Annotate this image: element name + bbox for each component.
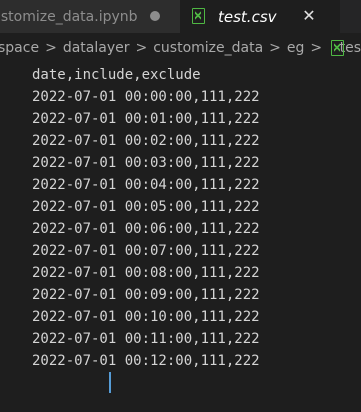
editor-text-area[interactable]: date,include,exclude 2022-07-01 00:00:00… xyxy=(0,64,361,412)
tab-label: test.csv xyxy=(218,8,277,26)
code-line[interactable]: 2022-07-01 00:04:00,111,222 xyxy=(32,174,260,196)
code-line[interactable]: 2022-07-01 00:05:00,111,222 xyxy=(32,196,260,218)
code-line[interactable]: 2022-07-01 00:01:00,111,222 xyxy=(32,108,260,130)
code-line[interactable]: 2022-07-01 00:11:00,111,222 xyxy=(32,328,260,350)
code-line[interactable]: 2022-07-01 00:08:00,111,222 xyxy=(32,262,260,284)
breadcrumb-item[interactable]: eg xyxy=(287,40,305,56)
breadcrumb: space > datalayer > customize_data > eg … xyxy=(0,36,361,60)
code-line[interactable]: date,include,exclude xyxy=(32,64,201,86)
tab-customize-data-ipynb[interactable]: ustomize_data.ipynb xyxy=(0,0,180,33)
code-line[interactable]: 2022-07-01 00:03:00,111,222 xyxy=(32,152,260,174)
close-icon[interactable]: ✕ xyxy=(300,7,318,25)
breadcrumb-separator: > xyxy=(310,40,323,56)
breadcrumb-item[interactable]: customize_data xyxy=(153,40,263,56)
tab-bar-empty-space xyxy=(340,0,361,33)
breadcrumb-separator: > xyxy=(45,40,57,56)
breadcrumb-file-icon-wrap xyxy=(330,40,345,56)
code-line[interactable]: 2022-07-01 00:00:00,111,222 xyxy=(32,86,260,108)
csv-file-icon xyxy=(192,8,205,24)
code-line[interactable]: 2022-07-01 00:10:00,111,222 xyxy=(32,306,260,328)
breadcrumb-separator: > xyxy=(135,40,148,56)
code-line[interactable]: 2022-07-01 00:12:00,111,222 xyxy=(32,350,260,372)
unsaved-dot-icon[interactable] xyxy=(150,11,160,21)
tab-label: ustomize_data.ipynb xyxy=(0,8,138,25)
tab-bar: ustomize_data.ipynb test.csv ✕ xyxy=(0,0,361,33)
breadcrumb-item[interactable]: datalayer xyxy=(63,40,130,56)
csv-file-icon xyxy=(331,40,345,56)
code-line[interactable]: 2022-07-01 00:07:00,111,222 xyxy=(32,240,260,262)
tab-test-csv[interactable]: test.csv ✕ xyxy=(180,0,340,33)
text-cursor xyxy=(109,372,111,393)
breadcrumb-item[interactable]: space xyxy=(0,40,39,56)
code-line[interactable]: 2022-07-01 00:09:00,111,222 xyxy=(32,284,260,306)
code-line[interactable]: 2022-07-01 00:02:00,111,222 xyxy=(32,130,260,152)
breadcrumb-separator: > xyxy=(269,40,281,56)
code-line[interactable]: 2022-07-01 00:06:00,111,222 xyxy=(32,218,260,240)
